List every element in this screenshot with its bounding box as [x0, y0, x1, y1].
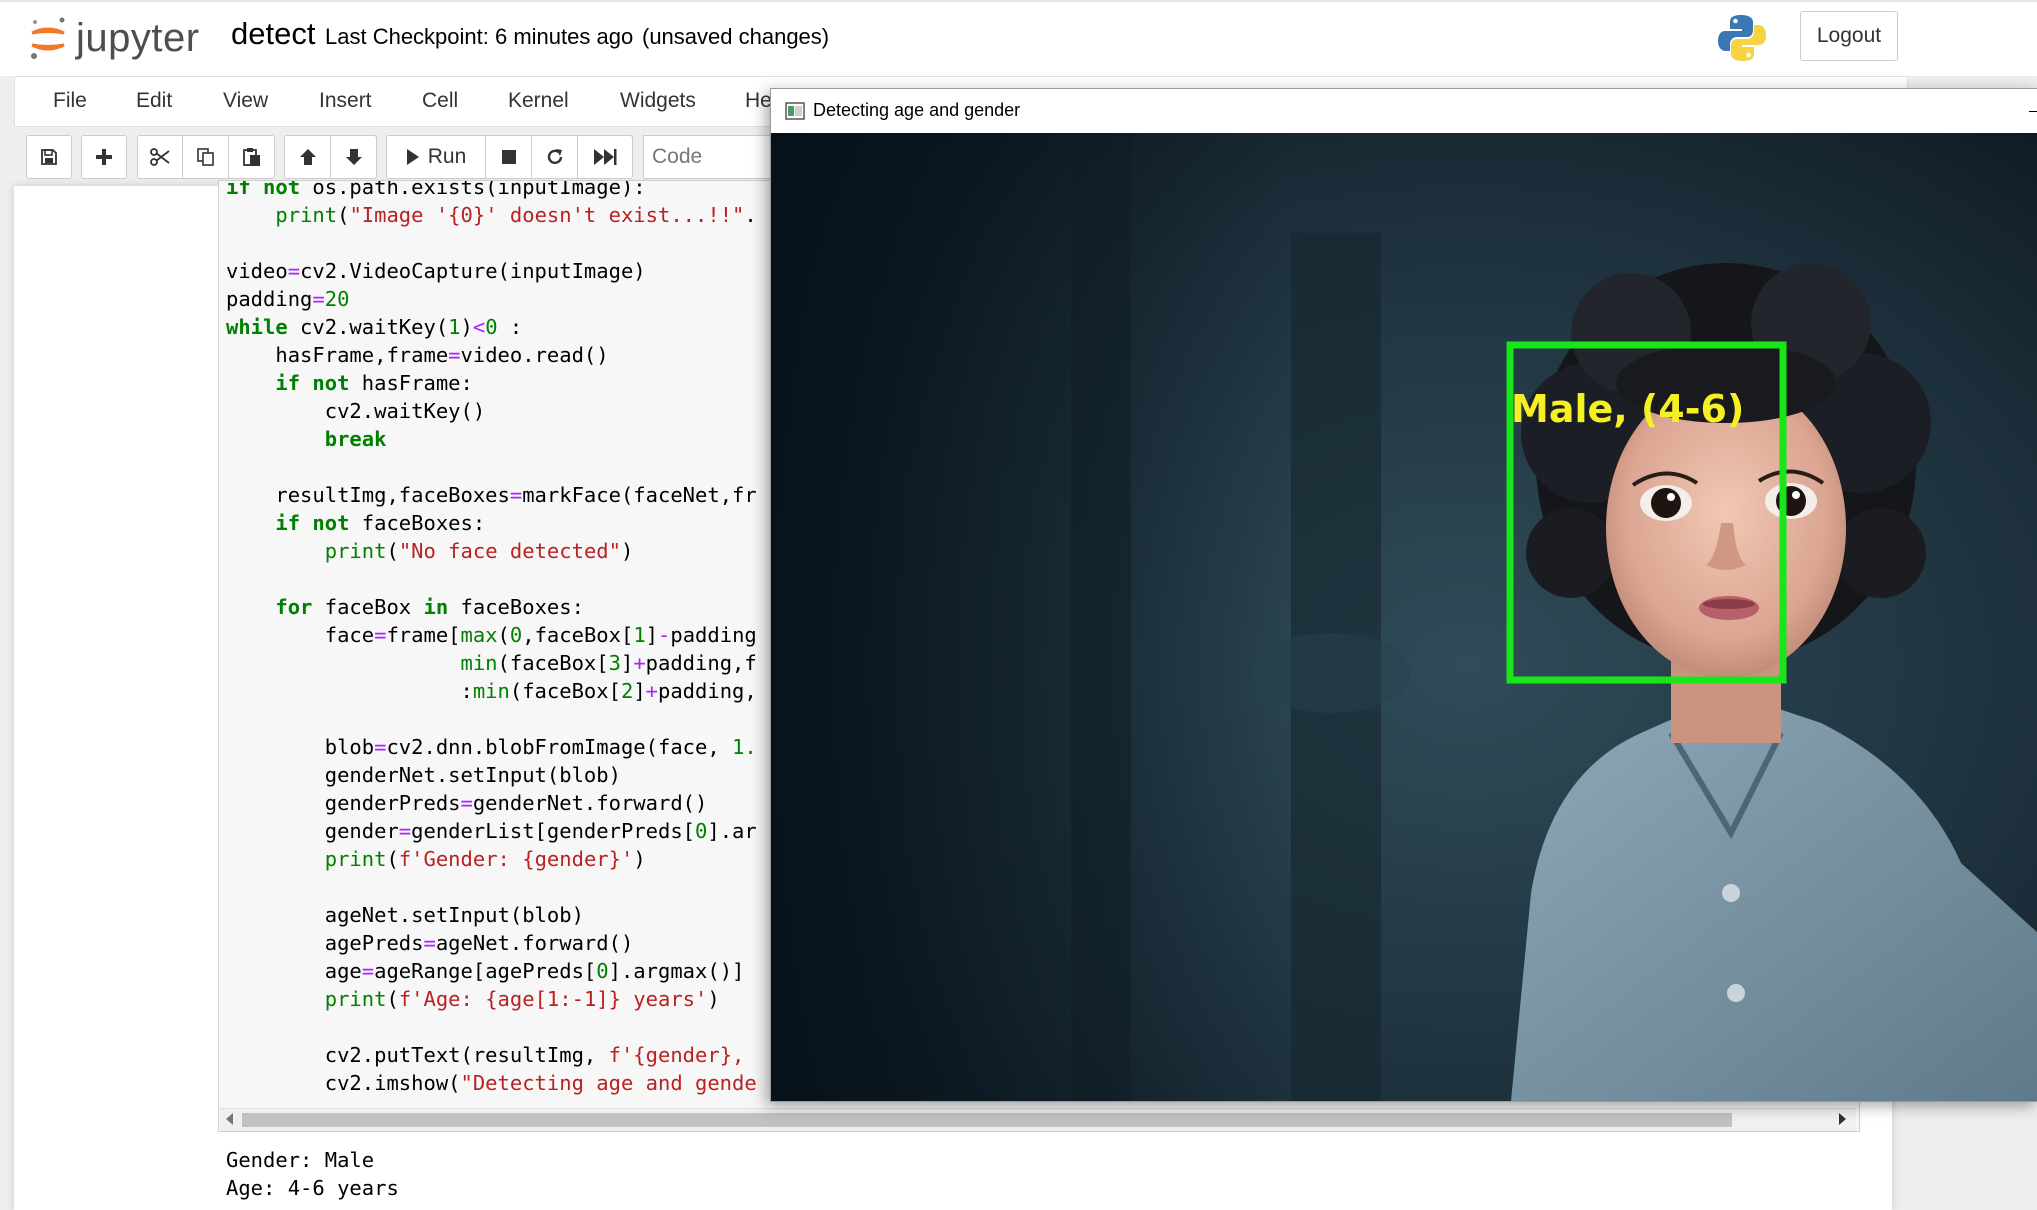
detection-label: Male, (4-6) [1511, 387, 1745, 431]
menu-file[interactable]: File [53, 89, 87, 113]
logout-button[interactable]: Logout [1800, 11, 1898, 61]
code-line: if not hasFrame: [275, 371, 473, 395]
arrow-down-icon [345, 149, 362, 165]
code-line: genderPreds=genderNet.forward() [226, 791, 708, 815]
output-line: Age: 4-6 years [226, 1176, 399, 1200]
output-line: Gender: Male [226, 1148, 375, 1172]
run-icon [406, 149, 419, 165]
menu-cell[interactable]: Cell [422, 89, 458, 113]
unsaved-indicator: (unsaved changes) [642, 24, 830, 49]
python-logo-icon [1716, 12, 1768, 69]
code-line: age=ageRange[agePreds[0].argmax()] [226, 959, 745, 983]
code-line: if not faceBoxes: [275, 511, 486, 535]
window-title: Detecting age and gender [813, 100, 1021, 120]
code-line: print("Image '{0}' doesn't exist...!!". [275, 203, 757, 227]
run-button[interactable]: Run [386, 135, 486, 179]
opencv-image-window[interactable]: Detecting age and gender Male, (4-6) [770, 88, 2037, 1102]
menu-edit[interactable]: Edit [136, 89, 172, 113]
code-line: blob=cv2.dnn.blobFromImage(face, 1. [226, 735, 757, 759]
copy-button[interactable] [182, 135, 229, 179]
code-line: resultImg,faceBoxes=markFace(faceNet,fr [226, 483, 757, 507]
code-line: break [324, 427, 387, 451]
menu-widgets[interactable]: Widgets [620, 89, 696, 113]
restart-run-all-button[interactable] [577, 135, 633, 179]
window-app-icon [785, 102, 805, 120]
menu-view[interactable]: View [223, 89, 268, 113]
move-up-button[interactable] [284, 135, 331, 179]
plus-icon [96, 149, 112, 165]
restart-icon [547, 149, 562, 165]
horizontal-scrollbar[interactable] [220, 1108, 1856, 1131]
scroll-right-arrow-icon[interactable] [1839, 1113, 1846, 1125]
detection-result-image: Male, (4-6) [771, 133, 2037, 1101]
code-line: face=frame[max(0,faceBox[1]-padding [226, 623, 757, 647]
code-line: cv2.waitKey() [226, 399, 486, 423]
insert-cell-button[interactable] [81, 135, 127, 179]
code-line: cv2.putText(resultImg, f'{gender}, [226, 1043, 745, 1067]
minimize-icon[interactable] [2029, 111, 2037, 112]
paste-button[interactable] [228, 135, 275, 179]
jupyter-logo-text: jupyter [76, 15, 200, 60]
window-titlebar[interactable]: Detecting age and gender [771, 89, 2037, 133]
code-line: while cv2.waitKey(1)<0 : [226, 315, 523, 339]
run-button-label: Run [427, 145, 467, 168]
menu-insert[interactable]: Insert [319, 89, 372, 113]
checkpoint-status: Last Checkpoint: 6 minutes ago [325, 24, 634, 49]
menu-kernel[interactable]: Kernel [508, 89, 569, 113]
menu-help[interactable]: He [745, 89, 772, 113]
code-line: for faceBox in faceBoxes: [275, 595, 584, 619]
code-line: min(faceBox[3]+padding,f [460, 651, 757, 675]
arrow-up-icon [299, 149, 316, 165]
copy-icon [196, 148, 214, 166]
code-line: print("No face detected") [324, 539, 634, 563]
stop-icon [501, 150, 516, 164]
code-line: cv2.imshow("Detecting age and gende [226, 1071, 757, 1095]
restart-button[interactable] [531, 135, 578, 179]
fast-forward-icon [594, 149, 617, 165]
scrollbar-thumb[interactable] [242, 1113, 1732, 1127]
code-line: video=cv2.VideoCapture(inputImage) [226, 259, 646, 283]
paste-icon [242, 148, 260, 166]
cell-type-select[interactable]: Code [643, 135, 783, 179]
jupyter-logo[interactable]: jupyter [28, 10, 200, 66]
code-line: if not os.path.exists(inputImage): [226, 180, 646, 199]
move-down-button[interactable] [330, 135, 377, 179]
scroll-left-arrow-icon[interactable] [226, 1113, 233, 1125]
code-line: ageNet.setInput(blob) [226, 903, 584, 927]
code-line: gender=genderList[genderPreds[0].ar [226, 819, 757, 843]
code-line: padding=20 [226, 287, 350, 311]
code-line: :min(faceBox[2]+padding, [226, 679, 757, 703]
code-editor[interactable]: if not os.path.exists(inputImage): print… [226, 180, 757, 1097]
notebook-name[interactable]: detect [231, 16, 315, 52]
notebook-header: jupyter detect Last Checkpoint: 6 minute… [0, 0, 2037, 76]
code-line: agePreds=ageNet.forward() [226, 931, 634, 955]
code-line: print(f'Age: {age[1:-1]} years') [324, 987, 720, 1011]
save-button[interactable] [26, 135, 72, 179]
save-icon [41, 149, 57, 165]
code-line: hasFrame,frame=video.read() [226, 343, 609, 367]
code-line: genderNet.setInput(blob) [226, 763, 621, 787]
interrupt-button[interactable] [485, 135, 532, 179]
scissors-icon [150, 148, 170, 166]
jupyter-logo-icon [31, 17, 65, 59]
cell-output: Gender: Male Age: 4-6 years [226, 1146, 399, 1202]
cut-button[interactable] [137, 135, 183, 179]
code-line: print(f'Gender: {gender}') [324, 847, 646, 871]
